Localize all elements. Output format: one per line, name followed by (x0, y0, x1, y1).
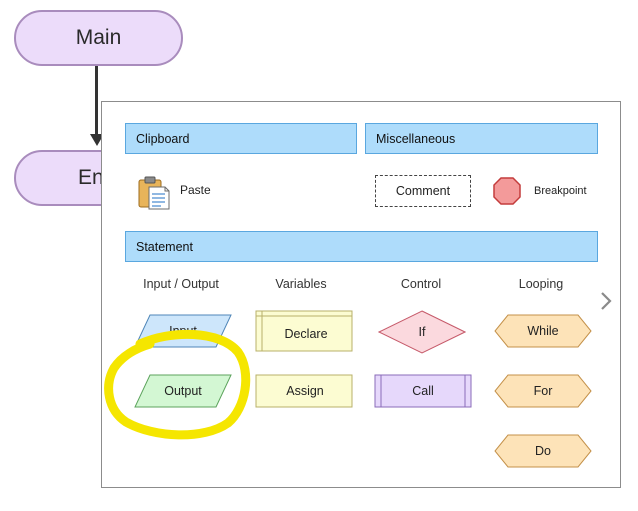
input-shape-label: Input (169, 324, 197, 338)
assign-shape-label: Assign (286, 384, 324, 398)
statement-header-label: Statement (136, 239, 193, 254)
do-shape-button[interactable]: Do (494, 434, 592, 468)
misc-header-label: Miscellaneous (376, 131, 456, 146)
output-shape-label: Output (164, 384, 202, 398)
paste-label: Paste (180, 183, 211, 197)
call-shape-label: Call (412, 384, 434, 398)
io-column-header: Input / Output (143, 277, 219, 291)
misc-section-header: Miscellaneous (365, 123, 598, 154)
control-column-header: Control (400, 277, 442, 291)
output-shape-button[interactable]: Output (134, 374, 232, 408)
main-terminal-node[interactable]: Main (14, 10, 183, 66)
assign-shape-button[interactable]: Assign (253, 374, 353, 408)
if-shape-button[interactable]: If (378, 310, 466, 354)
clipboard-icon (138, 176, 170, 210)
comment-label: Comment (395, 184, 451, 198)
for-shape-label: For (533, 384, 553, 398)
do-shape-label: Do (535, 444, 551, 458)
if-shape-label: If (418, 325, 426, 339)
call-shape-button[interactable]: Call (374, 374, 472, 408)
variables-column-header: Variables (275, 277, 327, 291)
declare-shape-button[interactable]: Declare (253, 310, 353, 352)
paste-button[interactable]: Paste (137, 175, 227, 211)
octagon-icon (493, 177, 521, 205)
breakpoint-label: Breakpoint (534, 185, 587, 197)
for-shape-button[interactable]: For (494, 374, 592, 408)
looping-column-header: Looping (518, 277, 564, 291)
insert-shape-popup: Clipboard Miscellaneous Paste Comment Br… (101, 101, 621, 488)
breakpoint-button[interactable]: Breakpoint (492, 176, 612, 206)
comment-button[interactable]: Comment (375, 175, 471, 207)
input-shape-button[interactable]: Input (134, 314, 232, 348)
clipboard-header-label: Clipboard (136, 131, 190, 146)
while-shape-label: While (527, 324, 559, 338)
while-shape-button[interactable]: While (494, 314, 592, 348)
declare-shape-label: Declare (284, 327, 328, 341)
clipboard-section-header: Clipboard (125, 123, 357, 154)
connector-line (95, 66, 98, 136)
main-node-label: Main (75, 26, 122, 49)
statement-section-header: Statement (125, 231, 598, 262)
chevron-right-icon[interactable] (597, 288, 615, 314)
